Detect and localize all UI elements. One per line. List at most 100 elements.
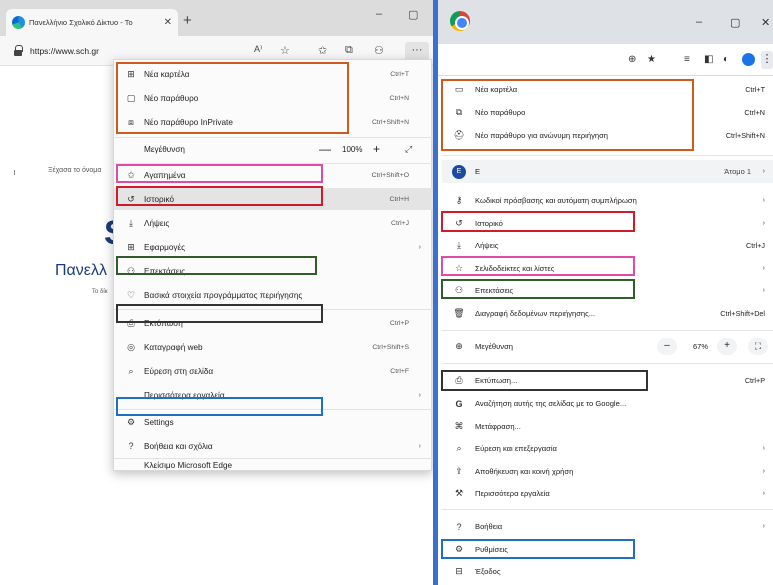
zoom-in-button[interactable]: + <box>717 338 737 355</box>
menu-item-browser-essentials[interactable]: ♡ Βασικά στοιχεία προγράμματος περιήγηση… <box>114 284 433 306</box>
menu-item-label: Νέο παράθυρο για ανώνυμη περιήγηση <box>475 131 609 140</box>
edge-logo-icon <box>12 16 25 29</box>
menu-item-help[interactable]: ? Βοήθεια › <box>442 515 773 538</box>
menu-item-exit[interactable]: ⊟ Έξοδος <box>442 560 773 583</box>
zoom-out-button[interactable]: — <box>319 142 331 156</box>
menu-item-history[interactable]: ↺ Ιστορικό › <box>442 212 773 235</box>
apps-icon: ⊞ <box>127 241 135 252</box>
chrome-window: – ▢ ✕ ⊕ ★ ≡ ◧ ◐ ⋮ ▭ Νέα καρτέλα Ctrl+T ⧉… <box>438 0 773 585</box>
side-panel-icon[interactable]: ◧ <box>704 54 713 65</box>
menu-item-new-window[interactable]: ▢ Νέο παράθυρο Ctrl+N <box>114 87 433 109</box>
menu-item-inprivate[interactable]: ⧈ Νέο παράθυρο InPrivate Ctrl+Shift+N <box>114 111 433 133</box>
bookmark-star-icon[interactable]: ★ <box>647 54 656 65</box>
close-tab-icon[interactable]: ✕ <box>164 17 172 28</box>
extensions-icon[interactable]: ⚇ <box>374 44 384 57</box>
menu-item-bookmarks[interactable]: ☆ Σελιδοδείκτες και λίστες › <box>442 257 773 280</box>
menu-item-label: Αναζήτηση αυτής της σελίδας με το Google… <box>475 399 627 408</box>
forgot-username-text[interactable]: Ξέχασα το όνομα <box>48 167 101 174</box>
media-queue-icon[interactable]: ≡ <box>684 54 690 65</box>
chevron-right-icon: › <box>418 442 421 450</box>
chevron-right-icon: › <box>762 468 765 475</box>
menu-item-search-google[interactable]: G Αναζήτηση αυτής της σελίδας με το Goog… <box>442 392 773 415</box>
download-icon: ⤓ <box>457 240 461 250</box>
close-button[interactable]: ✕ <box>761 16 770 29</box>
menu-item-label: E <box>475 167 481 176</box>
menu-item-settings[interactable]: ⚙ Settings <box>114 411 433 433</box>
menu-item-print[interactable]: ⎙ Εκτύπωση... Ctrl+P <box>442 369 773 392</box>
menu-item-label: Νέα καρτέλα <box>475 85 518 94</box>
menu-item-incognito[interactable]: ⛑ Νέο παράθυρο για ανώνυμη περιήγηση Ctr… <box>442 124 773 147</box>
menu-item-close-edge[interactable]: Κλείσιμο Microsoft Edge <box>114 459 433 472</box>
menu-item-label: Μεγέθυνση <box>475 342 513 351</box>
menu-item-save-share[interactable]: ⇪ Αποθήκευση και κοινή χρήση › <box>442 460 773 483</box>
chrome-tab-bar: – ▢ ✕ <box>438 0 773 44</box>
menu-item-label: Σελιδοδείκτες και λίστες <box>475 264 555 273</box>
menu-item-label: Διαγραφή δεδομένων περιήγησης... <box>475 309 596 318</box>
chevron-right-icon: › <box>418 391 421 399</box>
full-screen-icon[interactable]: ⛶ <box>748 338 768 355</box>
customize-menu-button[interactable]: ⋮ <box>761 51 773 69</box>
menu-item-downloads[interactable]: ⤓ Λήψεις Ctrl+J <box>442 234 773 257</box>
minimize-button[interactable]: – <box>696 16 702 28</box>
heart-icon: ♡ <box>126 289 136 300</box>
menu-item-label: Ρυθμίσεις <box>475 545 508 554</box>
menu-item-label: Βασικά στοιχεία προγράμματος περιήγησης <box>144 290 303 300</box>
menu-item-label: Κλείσιμο Microsoft Edge <box>144 461 233 470</box>
printer-icon: ⎙ <box>455 375 463 385</box>
menu-item-web-capture[interactable]: ◎ Καταγραφή web Ctrl+Shift+S <box>114 336 433 358</box>
chevron-right-icon: › <box>762 287 765 294</box>
collections-icon[interactable]: ⧉ <box>345 44 353 57</box>
read-aloud-icon[interactable]: A⁾ <box>254 44 262 55</box>
avatar: E <box>452 164 466 179</box>
menu-item-more-tools[interactable]: Περισσότερα εργαλεία › <box>114 384 433 406</box>
new-tab-button[interactable]: + <box>183 13 192 28</box>
menu-item-new-tab[interactable]: ⊞ Νέα καρτέλα Ctrl+T <box>114 63 433 85</box>
menu-item-find-edit[interactable]: ⌕ Εύρεση και επεξεργασία › <box>442 437 773 460</box>
shortcut: Ctrl+Shift+N <box>371 118 409 126</box>
menu-item-history[interactable]: ↺ Ιστορικό Ctrl+H <box>114 188 433 210</box>
menu-item-label: Εκτύπωση... <box>475 376 518 385</box>
lock-icon <box>14 45 23 56</box>
shortcut: Ctrl+J <box>391 219 409 227</box>
menu-item-extensions[interactable]: ⚇ Επεκτάσεις <box>114 260 433 282</box>
menu-item-help[interactable]: ? Βοήθεια και σχόλια › <box>114 435 433 457</box>
zoom-icon[interactable]: ⊕ <box>628 54 636 65</box>
menu-item-favorites[interactable]: ✩ Αγαπημένα Ctrl+Shift+O <box>114 164 433 186</box>
url-input[interactable]: https://www.sch.gr <box>30 46 99 56</box>
menu-item-label: Ιστορικό <box>144 194 175 204</box>
menu-item-clear-data[interactable]: 🗑 Διαγραφή δεδομένων περιήγησης... Ctrl+… <box>442 302 773 325</box>
menu-item-new-window[interactable]: ⧉ Νέο παράθυρο Ctrl+N <box>442 101 773 124</box>
menu-item-settings[interactable]: ⚙ Ρυθμίσεις <box>442 538 773 561</box>
full-screen-icon[interactable]: ⤢ <box>405 144 412 155</box>
menu-item-downloads[interactable]: ⤓ Λήψεις Ctrl+J <box>114 212 433 234</box>
zoom-out-button[interactable]: – <box>657 338 677 355</box>
menu-item-extensions[interactable]: ⚇ Επεκτάσεις › <box>442 279 773 302</box>
menu-item-label: Μετάφραση... <box>475 422 521 431</box>
avatar[interactable] <box>742 53 755 66</box>
menu-item-profile[interactable]: E E Άτομο 1 › <box>442 160 773 183</box>
menu-item-passwords[interactable]: ⚷ Κωδικοί πρόσβασης και αυτόματη συμπλήρ… <box>442 189 773 212</box>
zoom-in-button[interactable]: + <box>373 142 380 156</box>
menu-item-translate[interactable]: ⌘ Μετάφραση... <box>442 415 773 438</box>
trash-icon: 🗑 <box>453 308 465 318</box>
edge-tab[interactable]: Πανελλήνιο Σχολικό Δίκτυο - Το ✕ <box>6 9 178 36</box>
zoom-value: 100% <box>342 144 363 154</box>
find-icon: ⌕ <box>128 365 134 376</box>
menu-item-label: Λήψεις <box>144 218 170 228</box>
minimize-button[interactable]: – <box>376 8 382 20</box>
menu-item-apps[interactable]: ⊞ Εφαρμογές › <box>114 236 433 258</box>
menu-item-more-tools[interactable]: ⚒ Περισσότερα εργαλεία › <box>442 482 773 505</box>
maximize-button[interactable]: ▢ <box>730 16 740 29</box>
chevron-right-icon: › <box>762 168 765 175</box>
history-icon: ↺ <box>455 218 463 228</box>
extension-icon[interactable]: ◐ <box>723 54 729 65</box>
zoom-icon: ⊕ <box>455 341 463 351</box>
favorites-icon[interactable]: ✩ <box>318 44 327 57</box>
favorite-star-icon[interactable]: ☆ <box>280 44 290 57</box>
maximize-button[interactable]: ▢ <box>408 8 418 21</box>
chevron-right-icon: › <box>762 197 765 204</box>
menu-item-new-tab[interactable]: ▭ Νέα καρτέλα Ctrl+T <box>442 78 773 101</box>
menu-item-print[interactable]: ⎙ Εκτύπωση Ctrl+P <box>114 312 433 334</box>
menu-item-find[interactable]: ⌕ Εύρεση στη σελίδα Ctrl+F <box>114 360 433 382</box>
menu-item-label: Εύρεση στη σελίδα <box>144 366 214 376</box>
